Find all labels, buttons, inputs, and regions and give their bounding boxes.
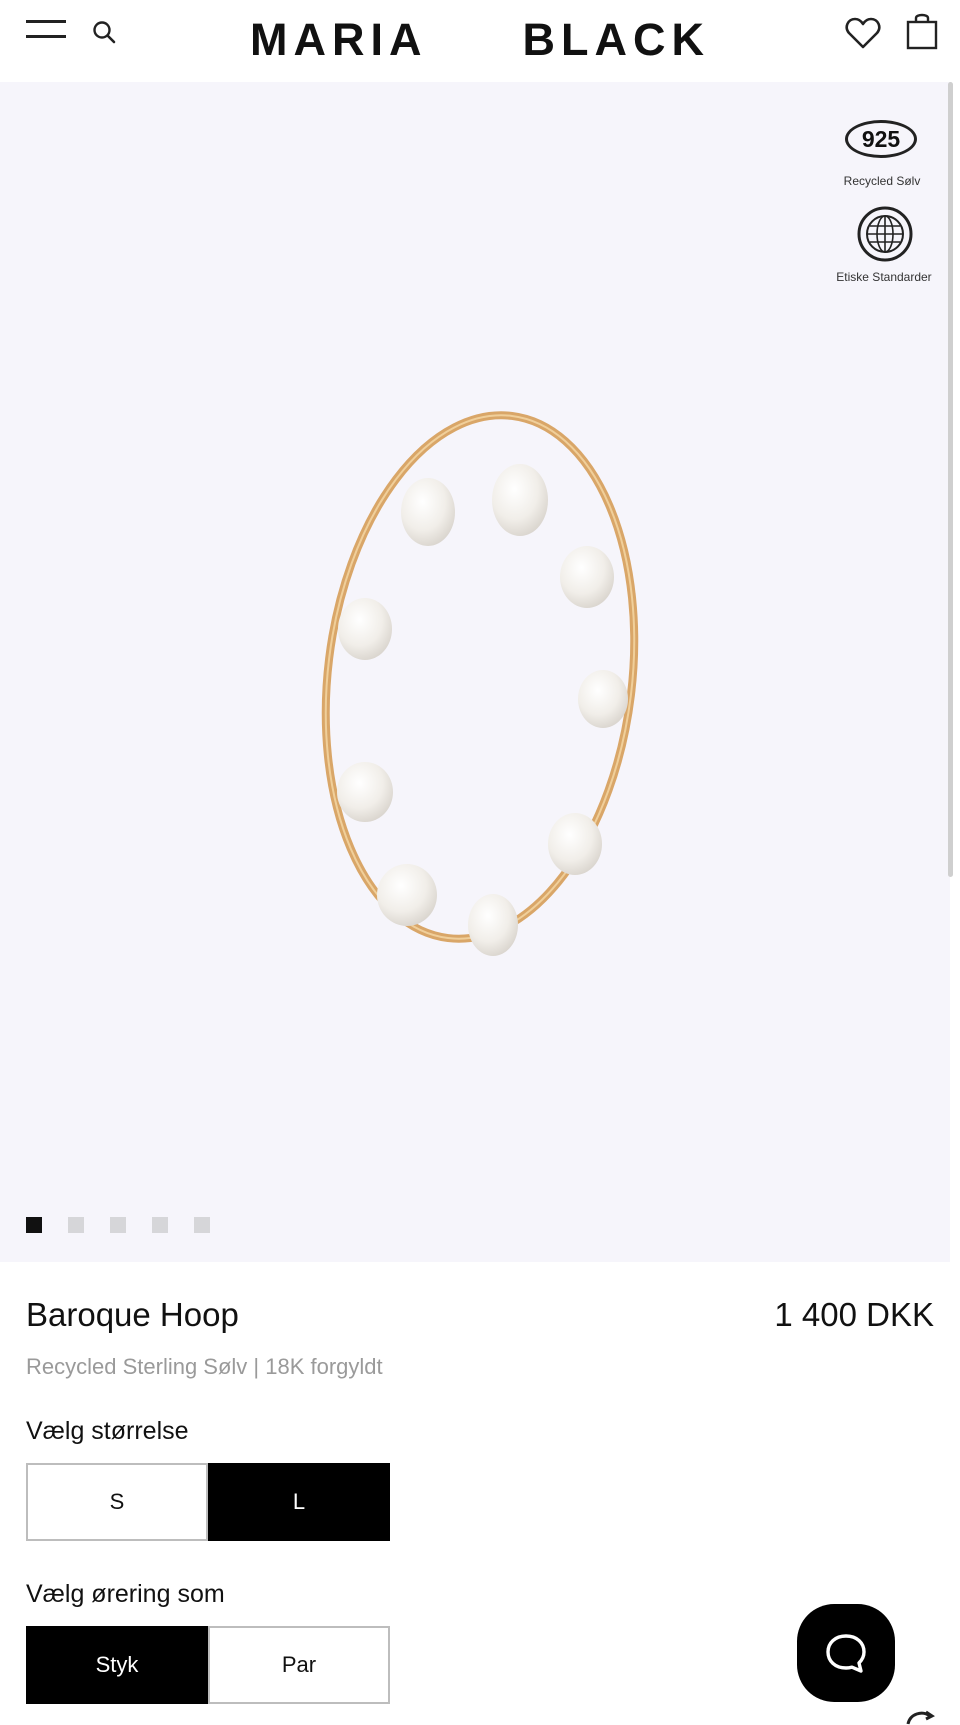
brand-logo[interactable]: MARIA BLACK <box>250 12 710 68</box>
recycled-silver-badge: 925 <box>845 120 917 158</box>
menu-icon[interactable] <box>26 18 66 42</box>
chat-bubble-icon <box>826 1634 866 1673</box>
chat-button[interactable] <box>797 1604 895 1702</box>
gallery-dot[interactable] <box>26 1217 42 1233</box>
earring-type-label: Vælg ørering som <box>26 1580 225 1608</box>
search-icon[interactable] <box>92 20 116 44</box>
earring-type-selector: Styk Par <box>26 1626 390 1704</box>
gallery-dot[interactable] <box>194 1217 210 1233</box>
product-gallery[interactable]: 925 Recycled Sølv Etiske Standarder <box>0 82 953 1262</box>
product-title: Baroque Hoop <box>26 1296 239 1333</box>
gallery-pagination <box>26 1217 210 1233</box>
size-option-s[interactable]: S <box>26 1463 208 1541</box>
scrollbar[interactable] <box>948 82 953 877</box>
heart-icon[interactable] <box>845 16 881 50</box>
recycled-silver-caption: Recycled Sølv <box>843 174 921 188</box>
size-label: Vælg størrelse <box>26 1417 189 1445</box>
brand-word-left: MARIA <box>250 14 428 65</box>
gallery-dot[interactable] <box>110 1217 126 1233</box>
size-selector: S L <box>26 1463 390 1541</box>
product-subtitle: Recycled Sterling Sølv | 18K forgyldt <box>26 1354 383 1379</box>
type-option-single[interactable]: Styk <box>26 1626 208 1704</box>
type-option-pair[interactable]: Par <box>208 1626 390 1704</box>
product-price: 1 400 DKK <box>774 1296 934 1333</box>
bag-icon[interactable] <box>906 12 938 50</box>
product-image-hoop-earring[interactable] <box>310 352 650 992</box>
gallery-dot[interactable] <box>152 1217 168 1233</box>
site-header: MARIA BLACK <box>0 0 950 82</box>
ethics-caption: Etiske Standarder <box>836 270 932 284</box>
gallery-dot[interactable] <box>68 1217 84 1233</box>
globe-icon <box>857 206 913 262</box>
refresh-icon[interactable] <box>900 1706 940 1725</box>
size-option-l[interactable]: L <box>208 1463 390 1541</box>
brand-word-right: BLACK <box>522 14 710 65</box>
